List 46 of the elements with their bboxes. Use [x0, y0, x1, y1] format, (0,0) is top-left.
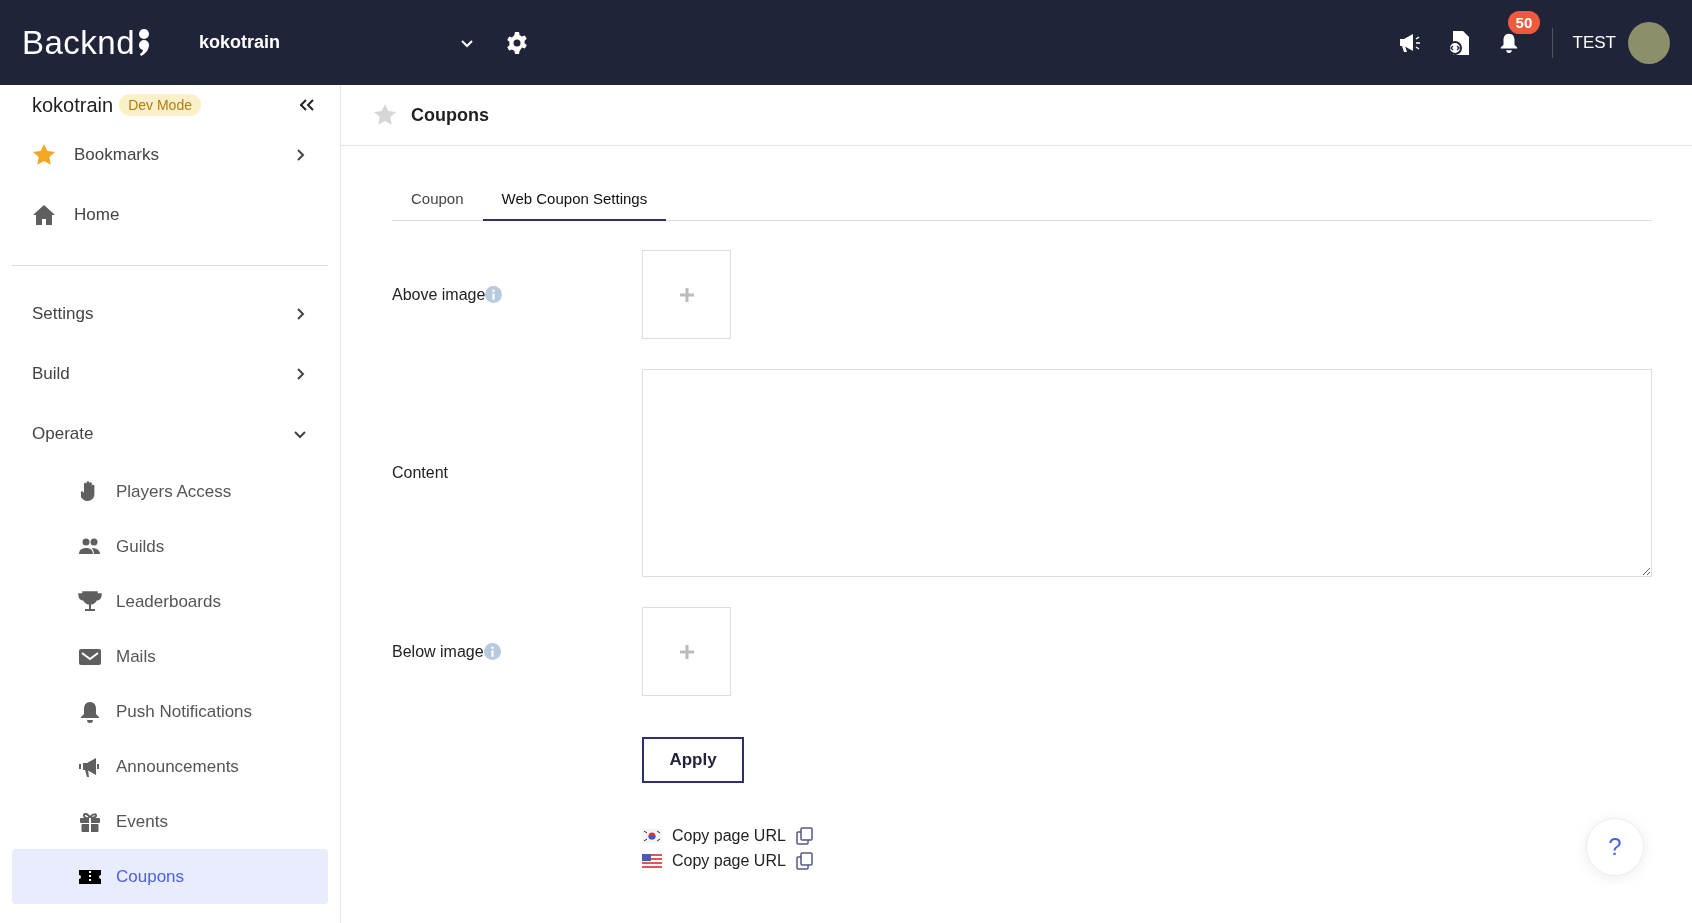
user-name[interactable]: TEST [1572, 32, 1616, 53]
logo-mark-icon [137, 27, 152, 58]
sidebar-section[interactable]: Settings [12, 284, 328, 344]
collapse-icon[interactable] [298, 97, 316, 113]
flag-icon [642, 853, 662, 868]
flag-icon [642, 828, 662, 843]
field-label: Content [392, 464, 449, 482]
mode-badge: Dev Mode [119, 94, 201, 116]
copy-icon[interactable] [795, 826, 814, 845]
sidebar-item[interactable]: Announcements [12, 739, 328, 794]
star-icon [32, 143, 56, 167]
sidebar-item[interactable]: Events [12, 794, 328, 849]
tab[interactable]: Coupon [392, 178, 483, 221]
avatar-photo-placeholder[interactable] [1628, 21, 1670, 64]
copy-icon[interactable] [795, 851, 814, 870]
plus-icon [678, 643, 695, 660]
sidebar-item[interactable]: Coupons [12, 849, 328, 904]
sidebar-item[interactable]: Home [12, 185, 328, 245]
settings-icon[interactable] [505, 30, 530, 55]
sidebar-item[interactable]: Mails [12, 629, 328, 684]
page-title: Coupons [411, 104, 489, 126]
menu-icon [78, 589, 102, 614]
apply-button[interactable]: Apply [642, 737, 744, 783]
sidebar-item[interactable]: Players Access [12, 464, 328, 519]
document-icon[interactable] [1447, 29, 1470, 56]
sidebar-item[interactable]: Guilds [12, 519, 328, 574]
copy-url-link[interactable]: Copy page URL [672, 851, 786, 870]
project-selector[interactable]: kokotrain [199, 32, 460, 53]
star-icon[interactable] [373, 103, 397, 127]
sidebar-section[interactable]: Build [12, 344, 328, 404]
sidebar-item[interactable]: Push Notifications [12, 684, 328, 739]
field-label: Below image [392, 642, 484, 661]
notification-badge: 50 [1507, 10, 1541, 34]
logo[interactable]: Backnd [22, 23, 136, 62]
plus-icon [678, 286, 695, 303]
sidebar-item[interactable]: Bookmarks [12, 125, 328, 185]
project-name: kokotrain [32, 93, 114, 117]
field-label: Above image [392, 285, 486, 304]
home-icon [32, 203, 56, 227]
tab[interactable]: Web Coupon Settings [482, 178, 667, 221]
sidebar-section[interactable]: Operate [12, 404, 328, 464]
help-button[interactable]: ? [1586, 818, 1644, 876]
copy-url-link[interactable]: Copy page URL [672, 826, 786, 845]
content-field[interactable] [642, 369, 1652, 577]
menu-icon [78, 699, 102, 724]
sidebar-item[interactable]: Leaderboards [12, 574, 328, 629]
